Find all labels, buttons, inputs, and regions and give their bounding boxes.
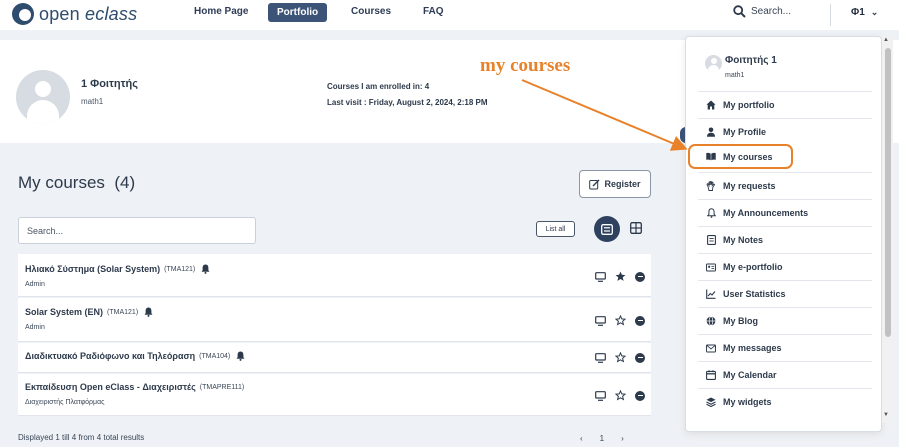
profile-username: math1: [81, 97, 104, 106]
user-menu-label: Φ1: [851, 7, 865, 18]
pager-next[interactable]: ›: [621, 434, 624, 443]
course-instructor: Admin: [25, 324, 45, 331]
eclass-logo[interactable]: open eclass: [12, 2, 137, 26]
bell-icon: [144, 307, 153, 317]
grid-view-icon: [630, 222, 642, 234]
my-courses-title: My courses (4): [18, 173, 136, 192]
course-link[interactable]: Ηλιακό Σύστημα (Solar System): [25, 264, 160, 274]
bell-icon: [236, 351, 245, 361]
register-label: Register: [604, 179, 641, 189]
list-all-button[interactable]: List all: [536, 221, 575, 237]
table-row: Εκπαίδευση Open eClass - Διαχειριστές (T…: [18, 374, 651, 416]
course-instructor: Διαχειριστής Πλατφόρμας: [25, 399, 105, 406]
avatar: [16, 70, 70, 124]
course-count: (4): [114, 173, 136, 192]
pager-page[interactable]: 1: [600, 434, 604, 443]
grid-view-toggle[interactable]: [628, 220, 644, 236]
global-search[interactable]: Search...: [733, 5, 791, 18]
pager-prev[interactable]: ‹: [580, 434, 583, 443]
list-view-toggle[interactable]: [594, 216, 620, 242]
table-row: Ηλιακό Σύστημα (Solar System) (TMA121) A…: [18, 254, 651, 297]
course-instructor: Admin: [25, 281, 45, 288]
course-link[interactable]: Solar System (EN): [25, 307, 103, 317]
menu-item-my-messages[interactable]: My messages: [698, 334, 872, 361]
calendar-icon: [706, 370, 716, 380]
monitor-icon[interactable]: [595, 390, 606, 401]
nav-portfolio[interactable]: Portfolio: [268, 3, 328, 22]
layers-icon: [706, 397, 716, 407]
search-icon: [733, 5, 746, 18]
star-filled-icon[interactable]: [615, 271, 626, 282]
menu-item-my-blog[interactable]: My Blog: [698, 307, 872, 334]
scroll-up-arrow-icon[interactable]: ▲: [883, 37, 889, 43]
dropdown-avatar: [705, 55, 722, 72]
menu-item-user-statistics[interactable]: User Statistics: [698, 280, 872, 307]
table-row: Solar System (EN) (TMA121) Admin: [18, 298, 651, 342]
table-row: Διαδικτυακό Ραδιόφωνο και Τηλεόραση (TMA…: [18, 343, 651, 373]
search-label: Search...: [751, 6, 792, 17]
bell-icon: [201, 264, 210, 274]
unregister-icon[interactable]: [635, 390, 645, 401]
user-icon: [707, 127, 715, 137]
dropdown-username: math1: [725, 72, 745, 79]
menu-item-my-calendar[interactable]: My Calendar: [698, 361, 872, 388]
menu-item-my-courses[interactable]: My courses: [688, 144, 793, 169]
scroll-down-arrow-icon[interactable]: ▼: [883, 412, 889, 418]
annotation-label: my courses: [480, 55, 571, 76]
hand-icon: [706, 181, 715, 191]
chevron-down-icon: ⌄: [870, 7, 879, 17]
monitor-icon[interactable]: [595, 315, 606, 326]
scrollbar-thumb[interactable]: [885, 48, 891, 337]
unregister-icon[interactable]: [635, 315, 645, 326]
menu-item-my-e-portfolio[interactable]: My e-portfolio: [698, 253, 872, 280]
top-navbar: open eclass Home Page Portfolio Courses …: [0, 0, 899, 30]
course-link[interactable]: Εκπαίδευση Open eClass - Διαχειριστές: [25, 382, 196, 392]
course-code: (TMAPRE111): [199, 383, 245, 391]
list-view-icon: [601, 223, 613, 235]
bell-icon: [706, 208, 716, 218]
course-search-input[interactable]: [18, 217, 256, 244]
course-code: (TMA121): [164, 265, 196, 273]
user-menu-toggle[interactable]: Φ1 ⌄: [851, 7, 878, 18]
chart-icon: [706, 289, 716, 299]
course-code: (TMA104): [199, 352, 231, 360]
nav-courses[interactable]: Courses: [351, 6, 391, 17]
profile-name: 1 Φοιτητής: [81, 78, 138, 90]
globe-icon: [706, 316, 716, 326]
home-icon: [706, 100, 716, 110]
results-summary: Displayed 1 till 4 from 4 total results: [18, 433, 145, 442]
nav-faq[interactable]: FAQ: [423, 6, 444, 17]
enrolled-count: Courses I am enrolled in: 4: [327, 82, 430, 91]
nav-home[interactable]: Home Page: [194, 6, 248, 17]
envelope-icon: [706, 343, 716, 353]
course-link[interactable]: Διαδικτυακό Ραδιόφωνο και Τηλεόραση: [25, 351, 195, 361]
menu-item-my-portfolio[interactable]: My portfolio: [698, 91, 872, 118]
logo-mark-icon: [12, 3, 34, 25]
id-card-icon: [706, 262, 716, 272]
monitor-icon[interactable]: [595, 352, 606, 363]
menu-item-my-requests[interactable]: My requests: [698, 172, 872, 199]
nav-divider: [830, 4, 831, 26]
unregister-icon[interactable]: [635, 352, 645, 363]
pagination: ‹ 1 ›: [580, 434, 624, 443]
menu-item-my-widgets[interactable]: My widgets: [698, 388, 872, 415]
star-outline-icon[interactable]: [615, 352, 626, 363]
dropdown-user-name: Φοιτητής 1: [725, 55, 777, 66]
edit-icon: [589, 179, 600, 189]
menu-item-my-profile[interactable]: My Profile: [698, 118, 872, 145]
user-dropdown-menu: Φοιτητής 1 math1 My portfolio My Profile…: [685, 36, 882, 432]
last-visit: Last visit : Friday, August 2, 2024, 2:1…: [327, 98, 488, 107]
note-icon: [706, 235, 716, 245]
monitor-icon[interactable]: [595, 271, 606, 282]
register-button[interactable]: Register: [579, 170, 651, 198]
star-outline-icon[interactable]: [615, 315, 626, 326]
menu-item-my-notes[interactable]: My Notes: [698, 226, 872, 253]
menu-item-my-announcements[interactable]: My Announcements: [698, 199, 872, 226]
star-outline-icon[interactable]: [615, 390, 626, 401]
book-icon: [706, 152, 716, 161]
course-code: (TMA121): [107, 308, 139, 316]
logo-text: open eclass: [39, 3, 138, 24]
unregister-icon[interactable]: [635, 271, 645, 282]
